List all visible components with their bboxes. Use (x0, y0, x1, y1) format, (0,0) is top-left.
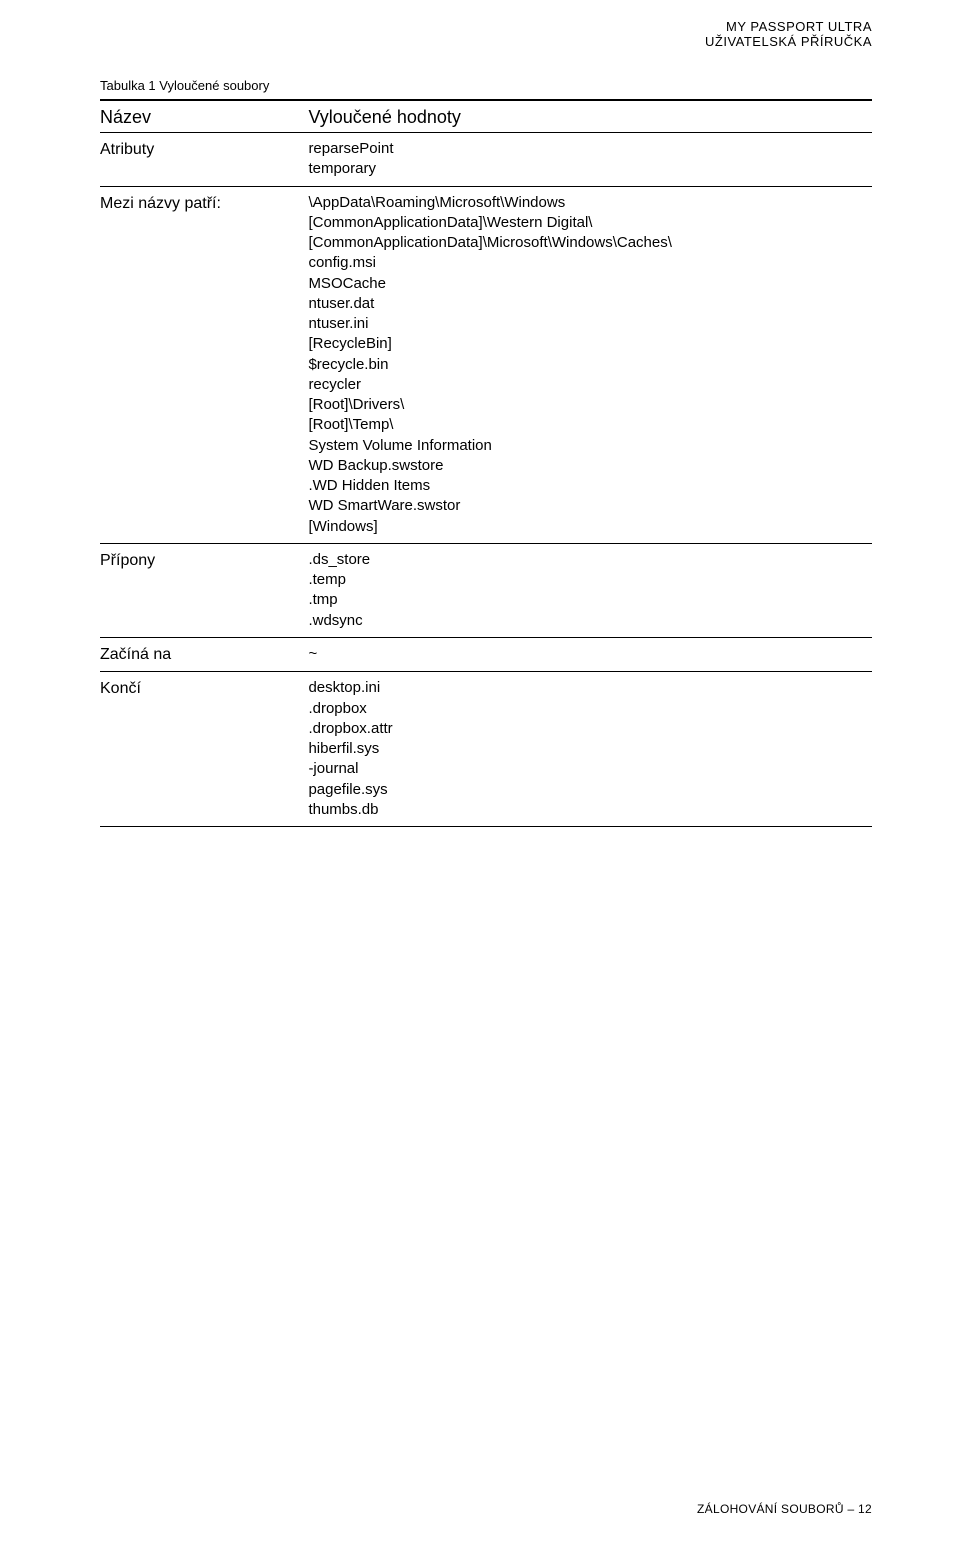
value-line: thumbs.db (308, 800, 872, 820)
table-row: AtributyreparsePointtemporary (100, 133, 872, 187)
value-line: System Volume Information (308, 436, 872, 456)
value-line: .dropbox.attr (308, 719, 872, 739)
row-values: desktop.ini.dropbox.dropbox.attrhiberfil… (308, 672, 872, 827)
value-line: .tmp (308, 590, 872, 610)
value-line: \AppData\Roaming\Microsoft\Windows (308, 193, 872, 213)
table-header-row: Název Vyloučené hodnoty (100, 100, 872, 133)
value-line: config.msi (308, 253, 872, 273)
doc-title-line1: MY PASSPORT ULTRA (705, 20, 872, 35)
table-caption: Tabulka 1 Vyloučené soubory (100, 78, 872, 93)
row-label: Začíná na (100, 637, 308, 672)
row-label: Mezi názvy patří: (100, 186, 308, 543)
value-line: WD Backup.swstore (308, 456, 872, 476)
value-line: hiberfil.sys (308, 739, 872, 759)
value-line: WD SmartWare.swstor (308, 496, 872, 516)
value-line: .ds_store (308, 550, 872, 570)
table-row: Začíná na~ (100, 637, 872, 672)
excluded-files-table: Název Vyloučené hodnoty AtributyreparseP… (100, 99, 872, 827)
value-line: recycler (308, 375, 872, 395)
page-footer: ZÁLOHOVÁNÍ SOUBORŮ – 12 (697, 1502, 872, 1516)
table-row: Končídesktop.ini.dropbox.dropbox.attrhib… (100, 672, 872, 827)
value-line: ntuser.ini (308, 314, 872, 334)
row-label: Atributy (100, 133, 308, 187)
row-label: Přípony (100, 543, 308, 637)
value-line: pagefile.sys (308, 780, 872, 800)
value-line: [CommonApplicationData]\Microsoft\Window… (308, 233, 872, 253)
value-line: .WD Hidden Items (308, 476, 872, 496)
page: MY PASSPORT ULTRA UŽIVATELSKÁ PŘÍRUČKA T… (0, 0, 960, 1554)
value-line: -journal (308, 759, 872, 779)
value-line: .temp (308, 570, 872, 590)
row-values: reparsePointtemporary (308, 133, 872, 187)
value-line: [Root]\Temp\ (308, 415, 872, 435)
row-label: Končí (100, 672, 308, 827)
table-row: Přípony.ds_store.temp.tmp.wdsync (100, 543, 872, 637)
row-values: \AppData\Roaming\Microsoft\Windows[Commo… (308, 186, 872, 543)
value-line: [Root]\Drivers\ (308, 395, 872, 415)
value-line: MSOCache (308, 274, 872, 294)
value-line: desktop.ini (308, 678, 872, 698)
doc-title-line2: UŽIVATELSKÁ PŘÍRUČKA (705, 35, 872, 50)
row-values: .ds_store.temp.tmp.wdsync (308, 543, 872, 637)
value-line: ntuser.dat (308, 294, 872, 314)
value-line: [Windows] (308, 517, 872, 537)
value-line: reparsePoint (308, 139, 872, 159)
doc-header: MY PASSPORT ULTRA UŽIVATELSKÁ PŘÍRUČKA (705, 20, 872, 50)
value-line: [RecycleBin] (308, 334, 872, 354)
col-header-values: Vyloučené hodnoty (308, 100, 872, 133)
value-line: [CommonApplicationData]\Western Digital\ (308, 213, 872, 233)
value-line: $recycle.bin (308, 355, 872, 375)
row-values: ~ (308, 637, 872, 672)
value-line: .wdsync (308, 611, 872, 631)
col-header-name: Název (100, 100, 308, 133)
value-line: ~ (308, 644, 872, 664)
value-line: .dropbox (308, 699, 872, 719)
table-row: Mezi názvy patří:\AppData\Roaming\Micros… (100, 186, 872, 543)
value-line: temporary (308, 159, 872, 179)
